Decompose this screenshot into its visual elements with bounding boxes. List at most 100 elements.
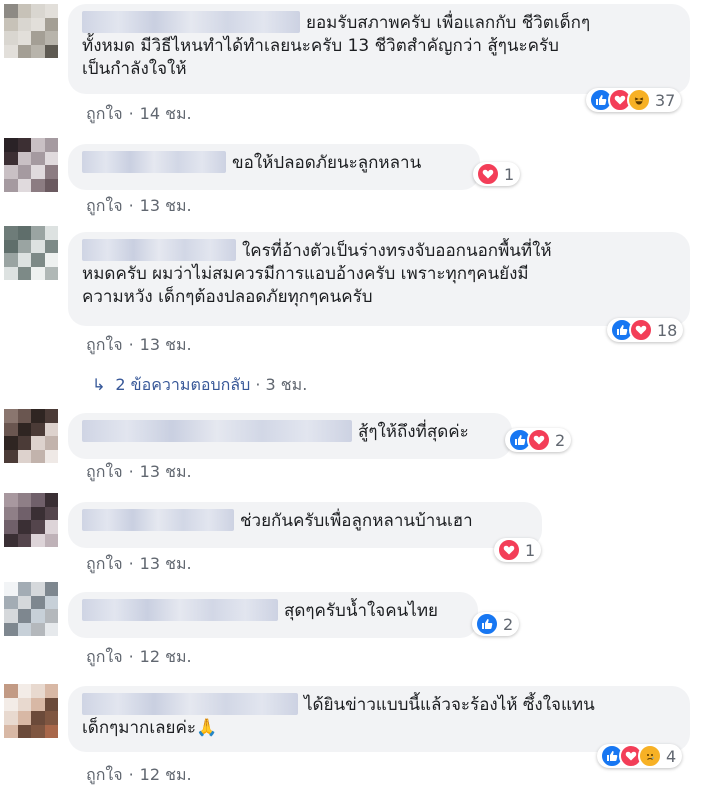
author-name-blurred[interactable]	[82, 151, 226, 173]
comment-text: สู้ๆให้ถึงที่สุดค่ะ	[358, 422, 469, 442]
reaction-summary[interactable]: 2	[505, 428, 572, 452]
avatar-pixel	[44, 422, 58, 436]
comment-meta: ถูกใจ · 14 ชม.	[86, 102, 192, 127]
avatar-pixel	[44, 17, 58, 31]
like-link[interactable]: ถูกใจ	[86, 554, 123, 573]
avatar-pixel	[17, 436, 31, 450]
separator-dot: ·	[128, 335, 134, 354]
reaction-summary[interactable]: 1	[494, 538, 542, 562]
avatar-pixel	[17, 724, 31, 738]
avatar-pixel	[17, 266, 31, 280]
like-link[interactable]: ถูกใจ	[86, 647, 123, 666]
comment-line: ยอมรับสภาพครับ เพื่อแลกกับ ชีวิตเด็กๆ	[82, 11, 676, 35]
avatar[interactable]	[4, 4, 58, 58]
avatar[interactable]	[4, 493, 58, 547]
replies-label[interactable]: 2 ข้อความตอบกลับ	[115, 375, 250, 394]
comment-bubble: ขอให้ปลอดภัยนะลูกหลาน	[68, 144, 480, 190]
avatar-pixel	[17, 506, 31, 520]
avatar-pixel	[44, 595, 58, 609]
avatar-pixel	[4, 697, 18, 711]
separator-dot: ·	[128, 554, 134, 573]
author-name-blurred[interactable]	[82, 420, 352, 442]
avatar-pixel	[17, 409, 31, 423]
timestamp[interactable]: 14 ชม.	[140, 104, 192, 123]
avatar-pixel	[31, 436, 45, 450]
comment-text: ช่วยกันครับเพื่อลูกหลานบ้านเฮา	[240, 511, 473, 531]
avatar-pixel	[44, 253, 58, 267]
avatar-pixel	[17, 422, 31, 436]
avatar-pixel	[4, 582, 18, 596]
comment-bubble: ยอมรับสภาพครับ เพื่อแลกกับ ชีวิตเด็กๆ ทั…	[68, 4, 690, 94]
avatar-pixel	[31, 4, 45, 18]
author-name-blurred[interactable]	[82, 599, 278, 621]
like-link[interactable]: ถูกใจ	[86, 104, 123, 123]
avatar[interactable]	[4, 684, 58, 738]
comment-line: ทั้งหมด มีวิธีไหนทำได้ทำเลยนะครับ 13 ชีว…	[82, 36, 559, 56]
avatar-pixel	[4, 724, 18, 738]
sad-reaction-icon	[638, 744, 662, 768]
comment-line: เด็กๆมากเลยค่ะ🙏	[82, 718, 218, 738]
reaction-summary[interactable]: 37	[586, 88, 682, 112]
reaction-count: 2	[555, 430, 566, 450]
avatar-pixel	[31, 506, 45, 520]
avatar-pixel	[17, 449, 31, 463]
avatar-pixel	[44, 436, 58, 450]
avatar-pixel	[4, 449, 18, 463]
avatar-pixel	[17, 253, 31, 267]
timestamp[interactable]: 12 ชม.	[140, 765, 192, 784]
reaction-summary[interactable]: 4	[597, 744, 683, 768]
avatar-pixel	[17, 151, 31, 165]
avatar-pixel	[44, 582, 58, 596]
reaction-count: 37	[655, 90, 676, 110]
avatar-pixel	[44, 449, 58, 463]
timestamp[interactable]: 12 ชม.	[140, 647, 192, 666]
timestamp[interactable]: 13 ชม.	[140, 335, 192, 354]
avatar-pixel	[4, 711, 18, 725]
reaction-summary[interactable]: 18	[607, 318, 684, 342]
avatar-pixel	[4, 17, 18, 31]
avatar-pixel	[17, 226, 31, 240]
like-link[interactable]: ถูกใจ	[86, 765, 123, 784]
avatar-pixel	[44, 622, 58, 636]
love-reaction-icon	[497, 538, 521, 562]
author-name-blurred[interactable]	[82, 509, 234, 531]
like-link[interactable]: ถูกใจ	[86, 462, 123, 481]
comment-bubble: สุดๆครับน้ำใจคนไทย	[68, 592, 478, 638]
avatar-pixel	[44, 724, 58, 738]
avatar-pixel	[44, 239, 58, 253]
avatar[interactable]	[4, 138, 58, 192]
avatar-pixel	[17, 609, 31, 623]
separator-dot: ·	[128, 196, 134, 215]
timestamp[interactable]: 13 ชม.	[140, 196, 192, 215]
avatar-pixel	[44, 44, 58, 58]
reaction-summary[interactable]: 2	[472, 612, 520, 636]
avatar-pixel	[31, 422, 45, 436]
avatar[interactable]	[4, 409, 58, 463]
avatar-pixel	[31, 44, 45, 58]
avatar-pixel	[4, 533, 18, 547]
avatar-pixel	[44, 178, 58, 192]
replies-timestamp: 3 ชม.	[265, 375, 308, 394]
author-name-blurred[interactable]	[82, 693, 298, 715]
view-replies-link[interactable]: ↳ 2 ข้อความตอบกลับ · 3 ชม.	[92, 373, 307, 398]
comment-meta: ถูกใจ · 12 ชม.	[86, 763, 192, 788]
reaction-summary[interactable]: 1	[473, 162, 521, 186]
avatar[interactable]	[4, 582, 58, 636]
like-link[interactable]: ถูกใจ	[86, 196, 123, 215]
avatar-pixel	[44, 684, 58, 698]
timestamp[interactable]: 13 ชม.	[140, 554, 192, 573]
avatar[interactable]	[4, 226, 58, 280]
avatar-pixel	[44, 493, 58, 507]
avatar-pixel	[4, 178, 18, 192]
avatar-pixel	[4, 422, 18, 436]
avatar-pixel	[31, 409, 45, 423]
reaction-count: 2	[503, 614, 514, 634]
love-reaction-icon	[629, 318, 653, 342]
author-name-blurred[interactable]	[82, 11, 300, 33]
reaction-count: 4	[666, 746, 677, 766]
timestamp[interactable]: 13 ชม.	[140, 462, 192, 481]
like-link[interactable]: ถูกใจ	[86, 335, 123, 354]
author-name-blurred[interactable]	[82, 239, 236, 261]
avatar-pixel	[31, 31, 45, 45]
avatar-pixel	[4, 409, 18, 423]
